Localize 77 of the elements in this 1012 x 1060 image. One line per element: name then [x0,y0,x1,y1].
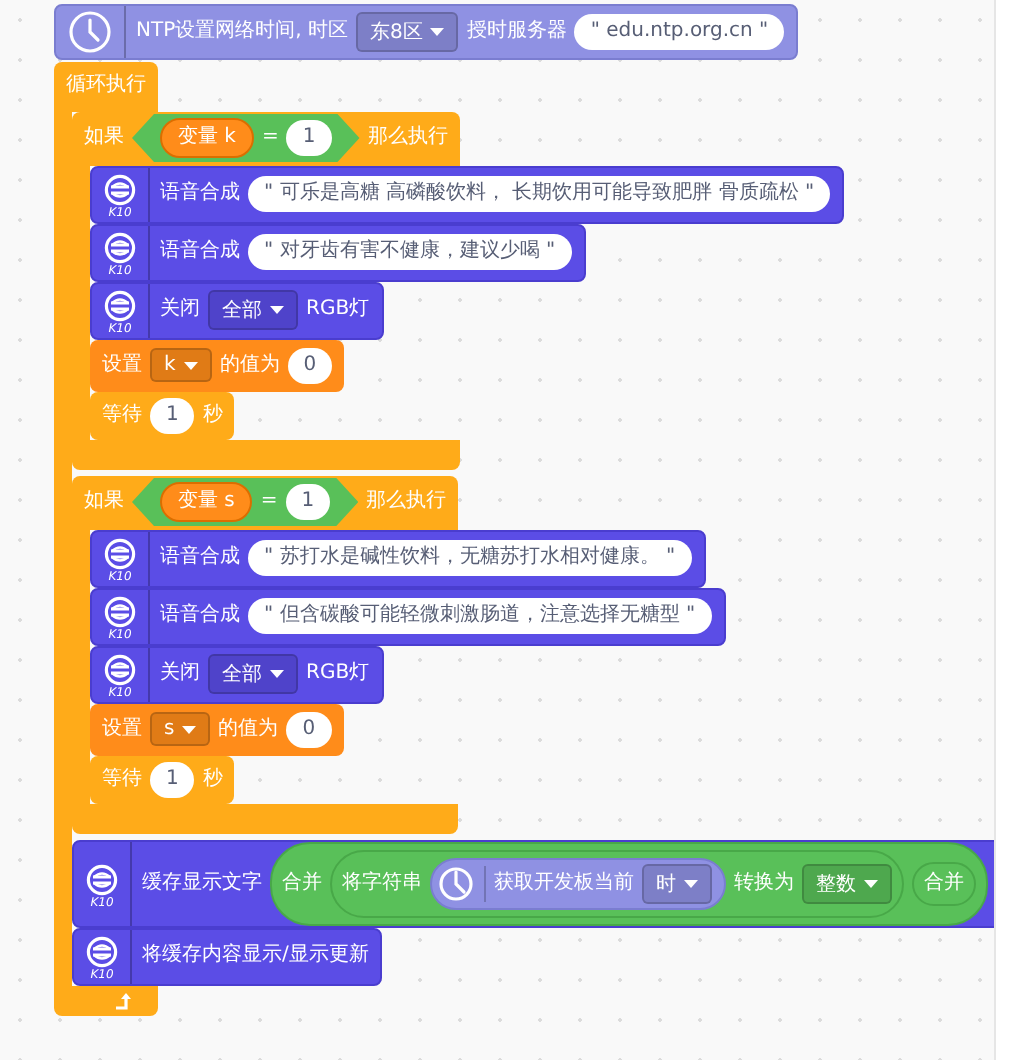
block-label: RGB灯 [306,296,370,324]
operator-reporter[interactable]: 将字符串 获取开发板当前 时 转换为 整数 [330,849,904,917]
if-block[interactable]: 如果 变量 k = 1 那么执行 [72,111,460,165]
time-reporter[interactable]: 获取开发板当前 时 [430,857,726,909]
if-block[interactable]: 如果 变量 s = 1 那么执行 [72,475,459,529]
block-label: 设置 [102,715,142,743]
clock-icon [438,865,474,901]
block-label: 将缓存内容显示/显示更新 [142,942,369,970]
condition-block[interactable]: 变量 k = 1 [132,114,360,162]
block-label: 语音合成 [160,238,240,266]
caret-icon [270,306,284,314]
caret-icon [182,725,197,733]
block-label: 语音合成 [160,544,240,572]
caret-icon [183,361,198,369]
loop-arrow-icon [114,991,134,1009]
caret-icon [270,670,284,678]
block-label: 那么执行 [367,124,448,152]
number-input[interactable]: 1 [286,120,332,156]
number-input[interactable]: 1 [150,761,195,797]
dropdown[interactable]: 全部 [208,290,298,330]
block-label: 合并 [924,869,964,897]
set-variable-block[interactable]: 设置 s 的值为 0 [90,703,344,755]
condition-block[interactable]: 变量 s = 1 [132,478,359,526]
dropdown[interactable]: 全部 [208,654,298,694]
block-label: 如果 [84,124,124,152]
block-label: 将字符串 [342,869,422,897]
block-label: 循环执行 [66,72,146,100]
board-icon [104,290,136,322]
block-label: 语音合成 [160,602,240,630]
text-input[interactable]: " 苏打水是碱性饮料，无糖苏打水相对健康。 " [248,540,692,576]
block-label: 设置 [102,351,142,379]
time-sync-block[interactable]: NTP设置网络时间, 时区 东8区 授时服务器 " edu.ntp.org.cn " [54,4,799,60]
operator-reporter[interactable]: 合并 将字符串 获取开发板当前 时 转换为 整数 合并 [270,841,988,925]
number-input[interactable]: 0 [286,711,332,747]
block-label: 缓存显示文字 [142,869,262,897]
wait-block[interactable]: 等待 1 秒 [90,755,235,803]
block-label: 等待 [102,765,142,793]
block-label: NTP设置网络时间, 时区 [136,18,348,46]
board-icon [86,936,118,968]
text-input[interactable]: " edu.ntp.org.cn " [574,14,785,50]
block-label: RGB灯 [306,660,370,688]
block-label: 如果 [84,488,124,516]
block-label: 秒 [202,401,223,429]
text-input[interactable]: " 可乐是高糖 高磷酸饮料， 长期饮用可能导致肥胖 骨质疏松 " [248,176,831,212]
clock-icon [68,10,112,54]
block-label: 语音合成 [160,180,240,208]
dropdown[interactable]: 东8区 [355,12,459,52]
block-label: 那么执行 [366,488,447,516]
text-input[interactable]: " 但含碳酸可能轻微刺激肠道，注意选择无糖型 " [248,598,712,634]
number-input[interactable]: 1 [150,397,195,433]
block-label: 关闭 [160,296,200,324]
caret-icon [864,879,878,887]
set-variable-block[interactable]: 设置 k 的值为 0 [90,339,345,391]
board-icon [104,174,136,206]
board-icon [104,538,136,570]
number-input[interactable]: 1 [285,484,331,520]
dropdown[interactable]: 时 [642,863,712,903]
block-label: 转换为 [734,869,794,897]
board-icon [104,232,136,264]
wait-block[interactable]: 等待 1 秒 [90,391,235,439]
block-label: = [261,124,279,152]
board-icon [104,654,136,686]
board-icon [86,863,118,895]
block-label: = [260,488,278,516]
board-icon [104,596,136,628]
block-label: 的值为 [219,351,280,379]
block-label: 等待 [102,401,142,429]
block-label: 关闭 [160,660,200,688]
number-input[interactable]: 0 [287,347,333,383]
block-label: 的值为 [218,715,279,743]
text-input[interactable]: " 对牙齿有害不健康，建议少喝 " [248,234,572,270]
caret-icon [430,28,445,36]
caret-icon [684,879,698,887]
block-label: 获取开发板当前 [494,869,634,897]
block-label: 秒 [202,765,223,793]
block-label: 授时服务器 [466,18,567,46]
block-label: 合并 [282,869,322,897]
